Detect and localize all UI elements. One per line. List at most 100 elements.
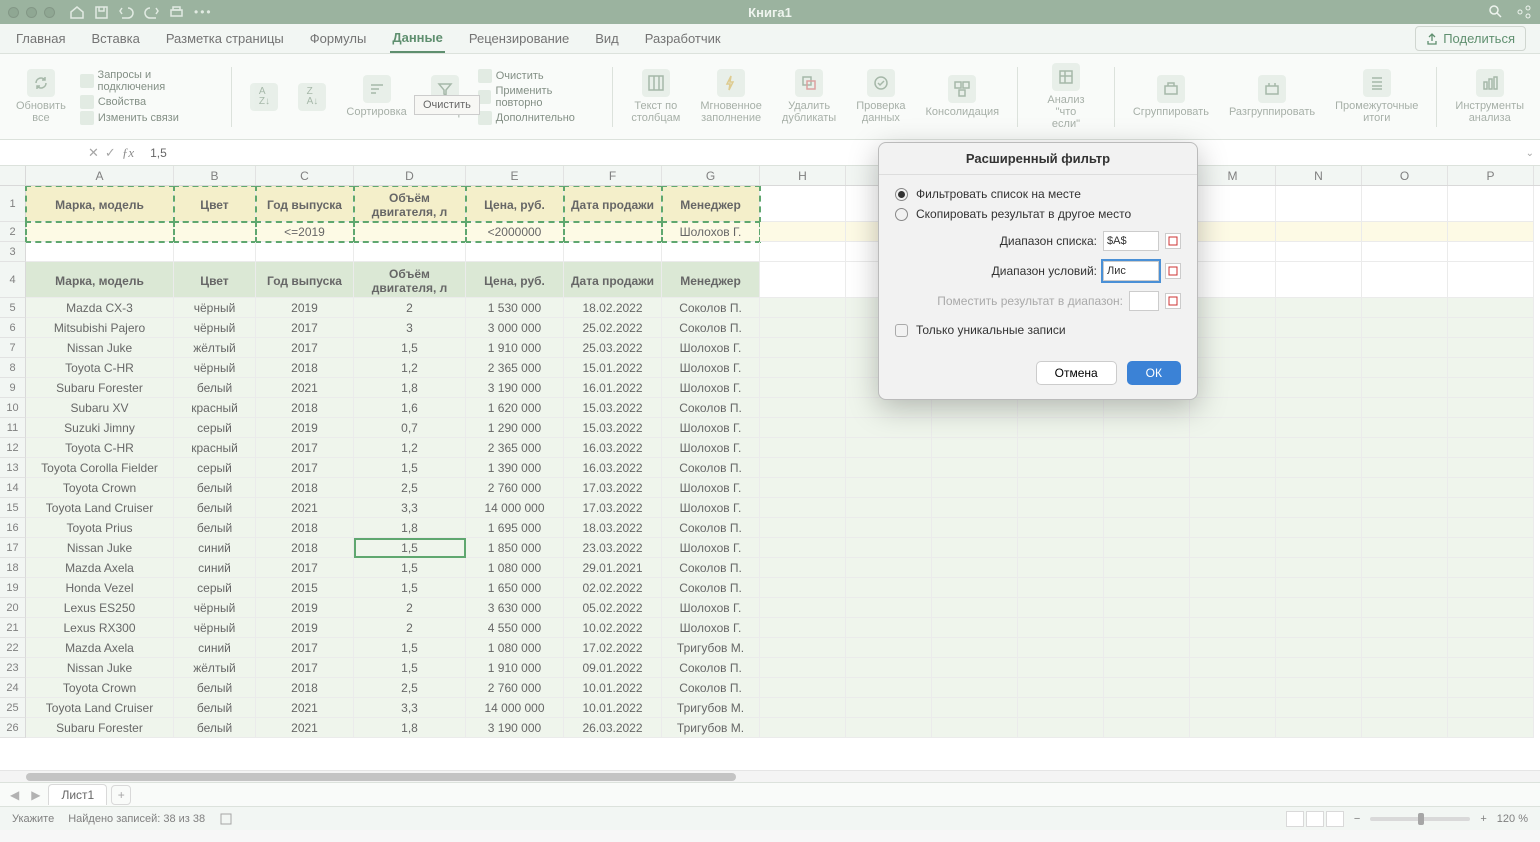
cell[interactable]: 2021 bbox=[256, 718, 354, 738]
print-icon[interactable] bbox=[169, 5, 184, 20]
cell[interactable] bbox=[846, 578, 932, 598]
cell[interactable]: 1,8 bbox=[354, 518, 466, 538]
table-row[interactable]: 15Toyota Land Cruiserбелый20213,314 000 … bbox=[0, 498, 1540, 518]
table-row[interactable]: 7Nissan Jukeжёлтый20171,51 910 00025.03.… bbox=[0, 338, 1540, 358]
cell[interactable]: 14 000 000 bbox=[466, 498, 564, 518]
cell[interactable] bbox=[1190, 698, 1276, 718]
cell[interactable] bbox=[760, 518, 846, 538]
col-header[interactable]: D bbox=[354, 166, 466, 185]
cell[interactable]: 1 850 000 bbox=[466, 538, 564, 558]
cell[interactable] bbox=[1448, 418, 1534, 438]
cell[interactable]: Соколов П. bbox=[662, 318, 760, 338]
col-header[interactable]: G bbox=[662, 166, 760, 185]
cell[interactable]: 17.03.2022 bbox=[564, 498, 662, 518]
sort-az-button[interactable]: AZ↓ bbox=[244, 83, 284, 111]
cell[interactable] bbox=[1104, 578, 1190, 598]
cell[interactable] bbox=[932, 718, 1018, 738]
cell[interactable] bbox=[846, 458, 932, 478]
cell[interactable] bbox=[1018, 558, 1104, 578]
cell[interactable]: Toyota Crown bbox=[26, 678, 174, 698]
cell[interactable]: 1,5 bbox=[354, 458, 466, 478]
cell[interactable]: 16.01.2022 bbox=[564, 378, 662, 398]
cell[interactable]: 1,5 bbox=[354, 338, 466, 358]
zoom-level[interactable]: 120 % bbox=[1497, 813, 1528, 825]
cell[interactable] bbox=[1104, 498, 1190, 518]
cell[interactable]: 3 190 000 bbox=[466, 378, 564, 398]
cell[interactable] bbox=[846, 638, 932, 658]
cell[interactable] bbox=[1190, 262, 1276, 298]
cell[interactable]: Соколов П. bbox=[662, 458, 760, 478]
col-header[interactable]: B bbox=[174, 166, 256, 185]
cell[interactable]: Соколов П. bbox=[662, 398, 760, 418]
properties-button[interactable]: Свойства bbox=[80, 95, 220, 109]
cancel-formula-icon[interactable]: ✕ bbox=[88, 145, 99, 161]
cell[interactable]: чёрный bbox=[174, 298, 256, 318]
cell[interactable] bbox=[760, 418, 846, 438]
queries-button[interactable]: Запросы и подключения bbox=[80, 69, 220, 93]
cell[interactable] bbox=[932, 438, 1018, 458]
cell[interactable] bbox=[1190, 298, 1276, 318]
cell[interactable] bbox=[1362, 378, 1448, 398]
cell[interactable]: Объём двигателя, л bbox=[354, 186, 466, 222]
cell[interactable]: 15.01.2022 bbox=[564, 358, 662, 378]
cell[interactable]: 1 650 000 bbox=[466, 578, 564, 598]
row-header[interactable]: 3 bbox=[0, 242, 26, 262]
cell[interactable]: 1 080 000 bbox=[466, 558, 564, 578]
cell[interactable] bbox=[1018, 638, 1104, 658]
cell[interactable]: Дата продажи bbox=[564, 262, 662, 298]
col-header[interactable]: M bbox=[1190, 166, 1276, 185]
cell[interactable]: 25.03.2022 bbox=[564, 338, 662, 358]
cell[interactable] bbox=[932, 558, 1018, 578]
what-if-button[interactable]: Анализ "что если" bbox=[1030, 63, 1102, 130]
cell[interactable]: Цвет bbox=[174, 186, 256, 222]
row-header[interactable]: 23 bbox=[0, 658, 26, 678]
cell[interactable]: Toyota Corolla Fielder bbox=[26, 458, 174, 478]
cell[interactable] bbox=[1104, 558, 1190, 578]
zoom-slider[interactable] bbox=[1370, 817, 1470, 821]
cell[interactable] bbox=[1104, 458, 1190, 478]
cell[interactable] bbox=[1276, 318, 1362, 338]
col-header[interactable]: A bbox=[26, 166, 174, 185]
save-icon[interactable] bbox=[94, 5, 109, 20]
cell[interactable]: Менеджер bbox=[662, 186, 760, 222]
row-header[interactable]: 8 bbox=[0, 358, 26, 378]
cell[interactable] bbox=[1448, 718, 1534, 738]
tab-insert[interactable]: Вставка bbox=[89, 25, 141, 52]
cell[interactable]: 1,5 bbox=[354, 538, 466, 558]
cell[interactable] bbox=[1018, 478, 1104, 498]
cell[interactable] bbox=[1362, 718, 1448, 738]
cell[interactable] bbox=[1190, 578, 1276, 598]
cell[interactable]: 26.03.2022 bbox=[564, 718, 662, 738]
cell[interactable] bbox=[760, 318, 846, 338]
cell[interactable] bbox=[1362, 438, 1448, 458]
row-header[interactable]: 21 bbox=[0, 618, 26, 638]
col-header[interactable]: E bbox=[466, 166, 564, 185]
cell[interactable] bbox=[760, 658, 846, 678]
cell[interactable] bbox=[1190, 398, 1276, 418]
cell[interactable]: 2,5 bbox=[354, 678, 466, 698]
fx-icon[interactable]: ƒx bbox=[122, 145, 134, 161]
cell[interactable]: 09.01.2022 bbox=[564, 658, 662, 678]
cell[interactable] bbox=[1190, 222, 1276, 242]
cell[interactable]: белый bbox=[174, 478, 256, 498]
cell[interactable]: Toyota Crown bbox=[26, 478, 174, 498]
cell[interactable] bbox=[1018, 498, 1104, 518]
cell[interactable] bbox=[1362, 538, 1448, 558]
cell[interactable] bbox=[1190, 186, 1276, 222]
cell[interactable]: 1 530 000 bbox=[466, 298, 564, 318]
row-header[interactable]: 4 bbox=[0, 262, 26, 298]
cell[interactable]: Менеджер bbox=[662, 262, 760, 298]
table-row[interactable]: 3 bbox=[0, 242, 1540, 262]
cell[interactable]: 2019 bbox=[256, 298, 354, 318]
cell[interactable] bbox=[1276, 338, 1362, 358]
cell[interactable] bbox=[1448, 398, 1534, 418]
cell[interactable] bbox=[1276, 186, 1362, 222]
cell[interactable] bbox=[760, 298, 846, 318]
cell[interactable]: красный bbox=[174, 398, 256, 418]
cell[interactable]: жёлтый bbox=[174, 338, 256, 358]
subtotal-button[interactable]: Промежуточные итоги bbox=[1329, 69, 1424, 124]
cell[interactable] bbox=[1276, 718, 1362, 738]
cell[interactable]: Toyota Prius bbox=[26, 518, 174, 538]
column-headers[interactable]: A B C D E F G H I J K L M N O P bbox=[0, 166, 1540, 186]
cell[interactable] bbox=[1276, 378, 1362, 398]
